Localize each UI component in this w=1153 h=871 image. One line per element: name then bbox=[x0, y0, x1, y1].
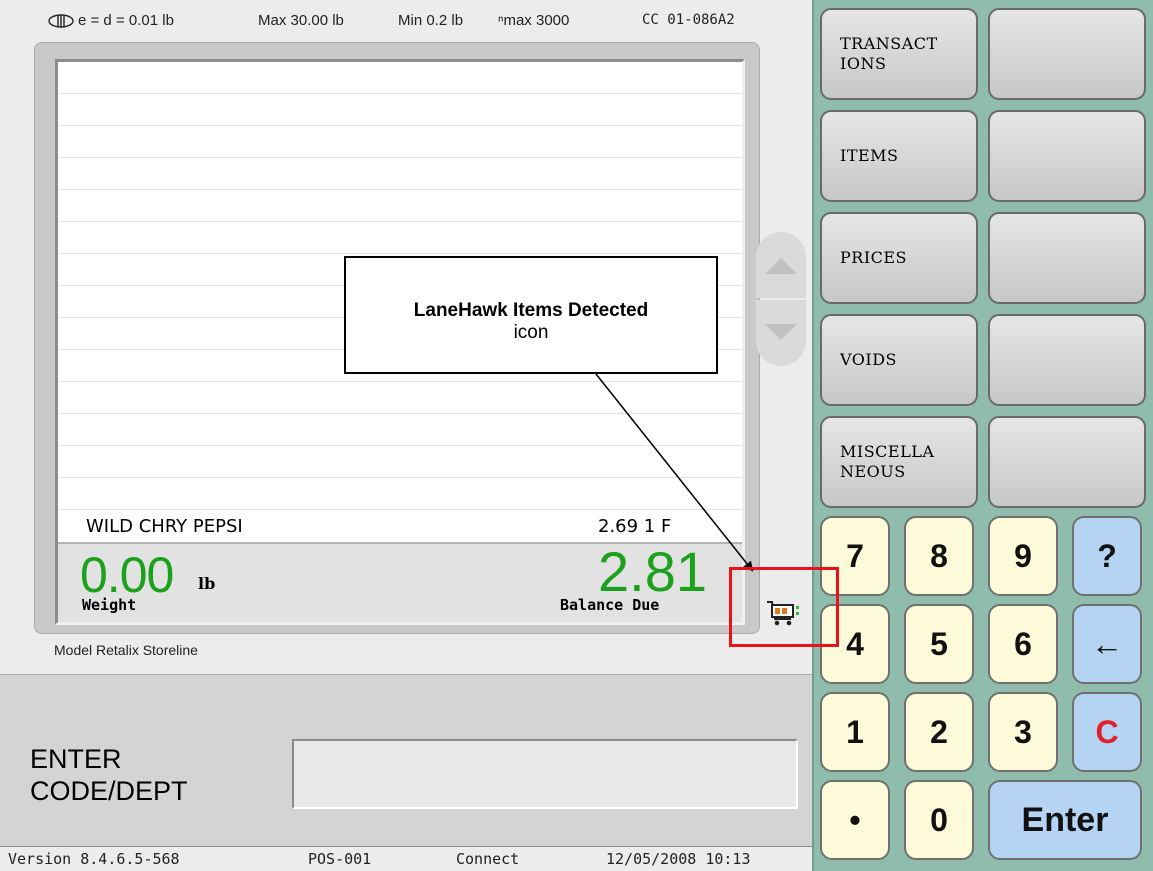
key-0[interactable]: 0 bbox=[904, 780, 974, 860]
prices-button[interactable]: PRICES bbox=[820, 212, 978, 304]
function-button-line-1: ITEMS bbox=[840, 146, 899, 165]
weight-value: 0.00 bbox=[80, 547, 174, 603]
model-label: Model Retalix Storeline bbox=[54, 642, 198, 658]
annotation-callout: LaneHawk Items Detected icon bbox=[344, 256, 718, 374]
connection-status: Connect bbox=[456, 850, 520, 868]
enter-key[interactable]: Enter bbox=[988, 780, 1142, 860]
key-2[interactable]: 2 bbox=[904, 692, 974, 772]
clear-key[interactable]: C bbox=[1072, 692, 1142, 772]
transactions-button[interactable]: TRANSACT IONS bbox=[820, 8, 978, 100]
function-button-line-1: PRICES bbox=[840, 248, 908, 267]
function-button-line-2: NEOUS bbox=[840, 462, 906, 481]
scale-class-spec: e = d = 0.01 lb bbox=[48, 12, 174, 29]
scale-cc-number: CC 01-086A2 bbox=[642, 12, 735, 28]
status-bar: Version 8.4.6.5-568 POS-001 Connect 12/0… bbox=[0, 846, 812, 871]
backspace-key[interactable]: ← bbox=[1072, 604, 1142, 684]
blank-function-button-5[interactable] bbox=[988, 416, 1146, 508]
scroll-down-button[interactable] bbox=[756, 300, 806, 366]
datetime-status: 12/05/2008 10:13 bbox=[606, 850, 751, 868]
item-description: WILD CHRY PEPSI bbox=[86, 516, 243, 537]
item-price: 2.69 1 F bbox=[598, 516, 672, 537]
code-dept-input[interactable] bbox=[292, 739, 798, 809]
scroll-up-button[interactable] bbox=[756, 232, 806, 298]
key-8[interactable]: 8 bbox=[904, 516, 974, 596]
key-6[interactable]: 6 bbox=[988, 604, 1058, 684]
decimal-key[interactable]: • bbox=[820, 780, 890, 860]
scale-min-capacity: Min 0.2 lb bbox=[398, 12, 464, 29]
blank-function-button-4[interactable] bbox=[988, 314, 1146, 406]
scroll-up-icon bbox=[765, 258, 797, 274]
blank-function-button-2[interactable] bbox=[988, 110, 1146, 202]
key-5[interactable]: 5 bbox=[904, 604, 974, 684]
scale-nmax: ⁿmax 3000 bbox=[498, 12, 570, 29]
function-button-line-1: MISCELLA bbox=[840, 442, 935, 461]
balance-due-value: 2.81 bbox=[598, 540, 707, 603]
blank-function-button-3[interactable] bbox=[988, 212, 1146, 304]
key-1[interactable]: 1 bbox=[820, 692, 890, 772]
function-button-grid: TRANSACT IONS ITEMS PRICES VOIDS MISCELLA… bbox=[820, 8, 1153, 508]
numeric-keypad: 7 8 9 ? 4 5 6 ← 1 2 3 C • 0 Enter bbox=[820, 516, 1153, 866]
scale-division-text: e = d = 0.01 lb bbox=[78, 12, 174, 29]
cart-icon-highlight bbox=[729, 567, 839, 647]
scroll-down-icon bbox=[765, 324, 797, 340]
entry-prompt: ENTER CODE/DEPT bbox=[30, 743, 188, 807]
callout-title: LaneHawk Items Detected bbox=[413, 300, 649, 321]
function-button-line-2: IONS bbox=[840, 54, 887, 73]
function-button-line-1: TRANSACT bbox=[840, 34, 938, 53]
blank-function-button-1[interactable] bbox=[988, 8, 1146, 100]
key-3[interactable]: 3 bbox=[988, 692, 1058, 772]
weight-unit: lb bbox=[198, 574, 216, 593]
voids-button[interactable]: VOIDS bbox=[820, 314, 978, 406]
prompt-line-2: CODE/DEPT bbox=[30, 776, 188, 806]
receipt-scroll-control bbox=[756, 232, 806, 366]
balance-due-label: Balance Due bbox=[560, 596, 660, 614]
pos-main-panel: e = d = 0.01 lb Max 30.00 lb Min 0.2 lb … bbox=[0, 0, 812, 871]
callout-subtitle: icon bbox=[513, 322, 549, 343]
prompt-line-1: ENTER bbox=[30, 744, 122, 774]
function-button-line-1: VOIDS bbox=[840, 350, 897, 369]
pos-id-status: POS-001 bbox=[308, 850, 372, 868]
weight-label: Weight bbox=[82, 596, 137, 614]
scale-class-icon bbox=[48, 13, 74, 28]
keypad-panel: TRANSACT IONS ITEMS PRICES VOIDS MISCELLA… bbox=[812, 0, 1153, 871]
scale-spec-bar: e = d = 0.01 lb Max 30.00 lb Min 0.2 lb … bbox=[0, 0, 812, 40]
help-key[interactable]: ? bbox=[1072, 516, 1142, 596]
items-button[interactable]: ITEMS bbox=[820, 110, 978, 202]
scale-max-capacity: Max 30.00 lb bbox=[258, 12, 344, 29]
prompt-area: ENTER CODE/DEPT bbox=[0, 674, 812, 846]
totals-strip: 0.00 lb Weight 2.81 Balance Due bbox=[58, 542, 742, 622]
key-9[interactable]: 9 bbox=[988, 516, 1058, 596]
version-status: Version 8.4.6.5-568 bbox=[8, 850, 180, 868]
receipt-item-row[interactable]: WILD CHRY PEPSI 2.69 1 F bbox=[58, 512, 742, 540]
miscellaneous-button[interactable]: MISCELLA NEOUS bbox=[820, 416, 978, 508]
